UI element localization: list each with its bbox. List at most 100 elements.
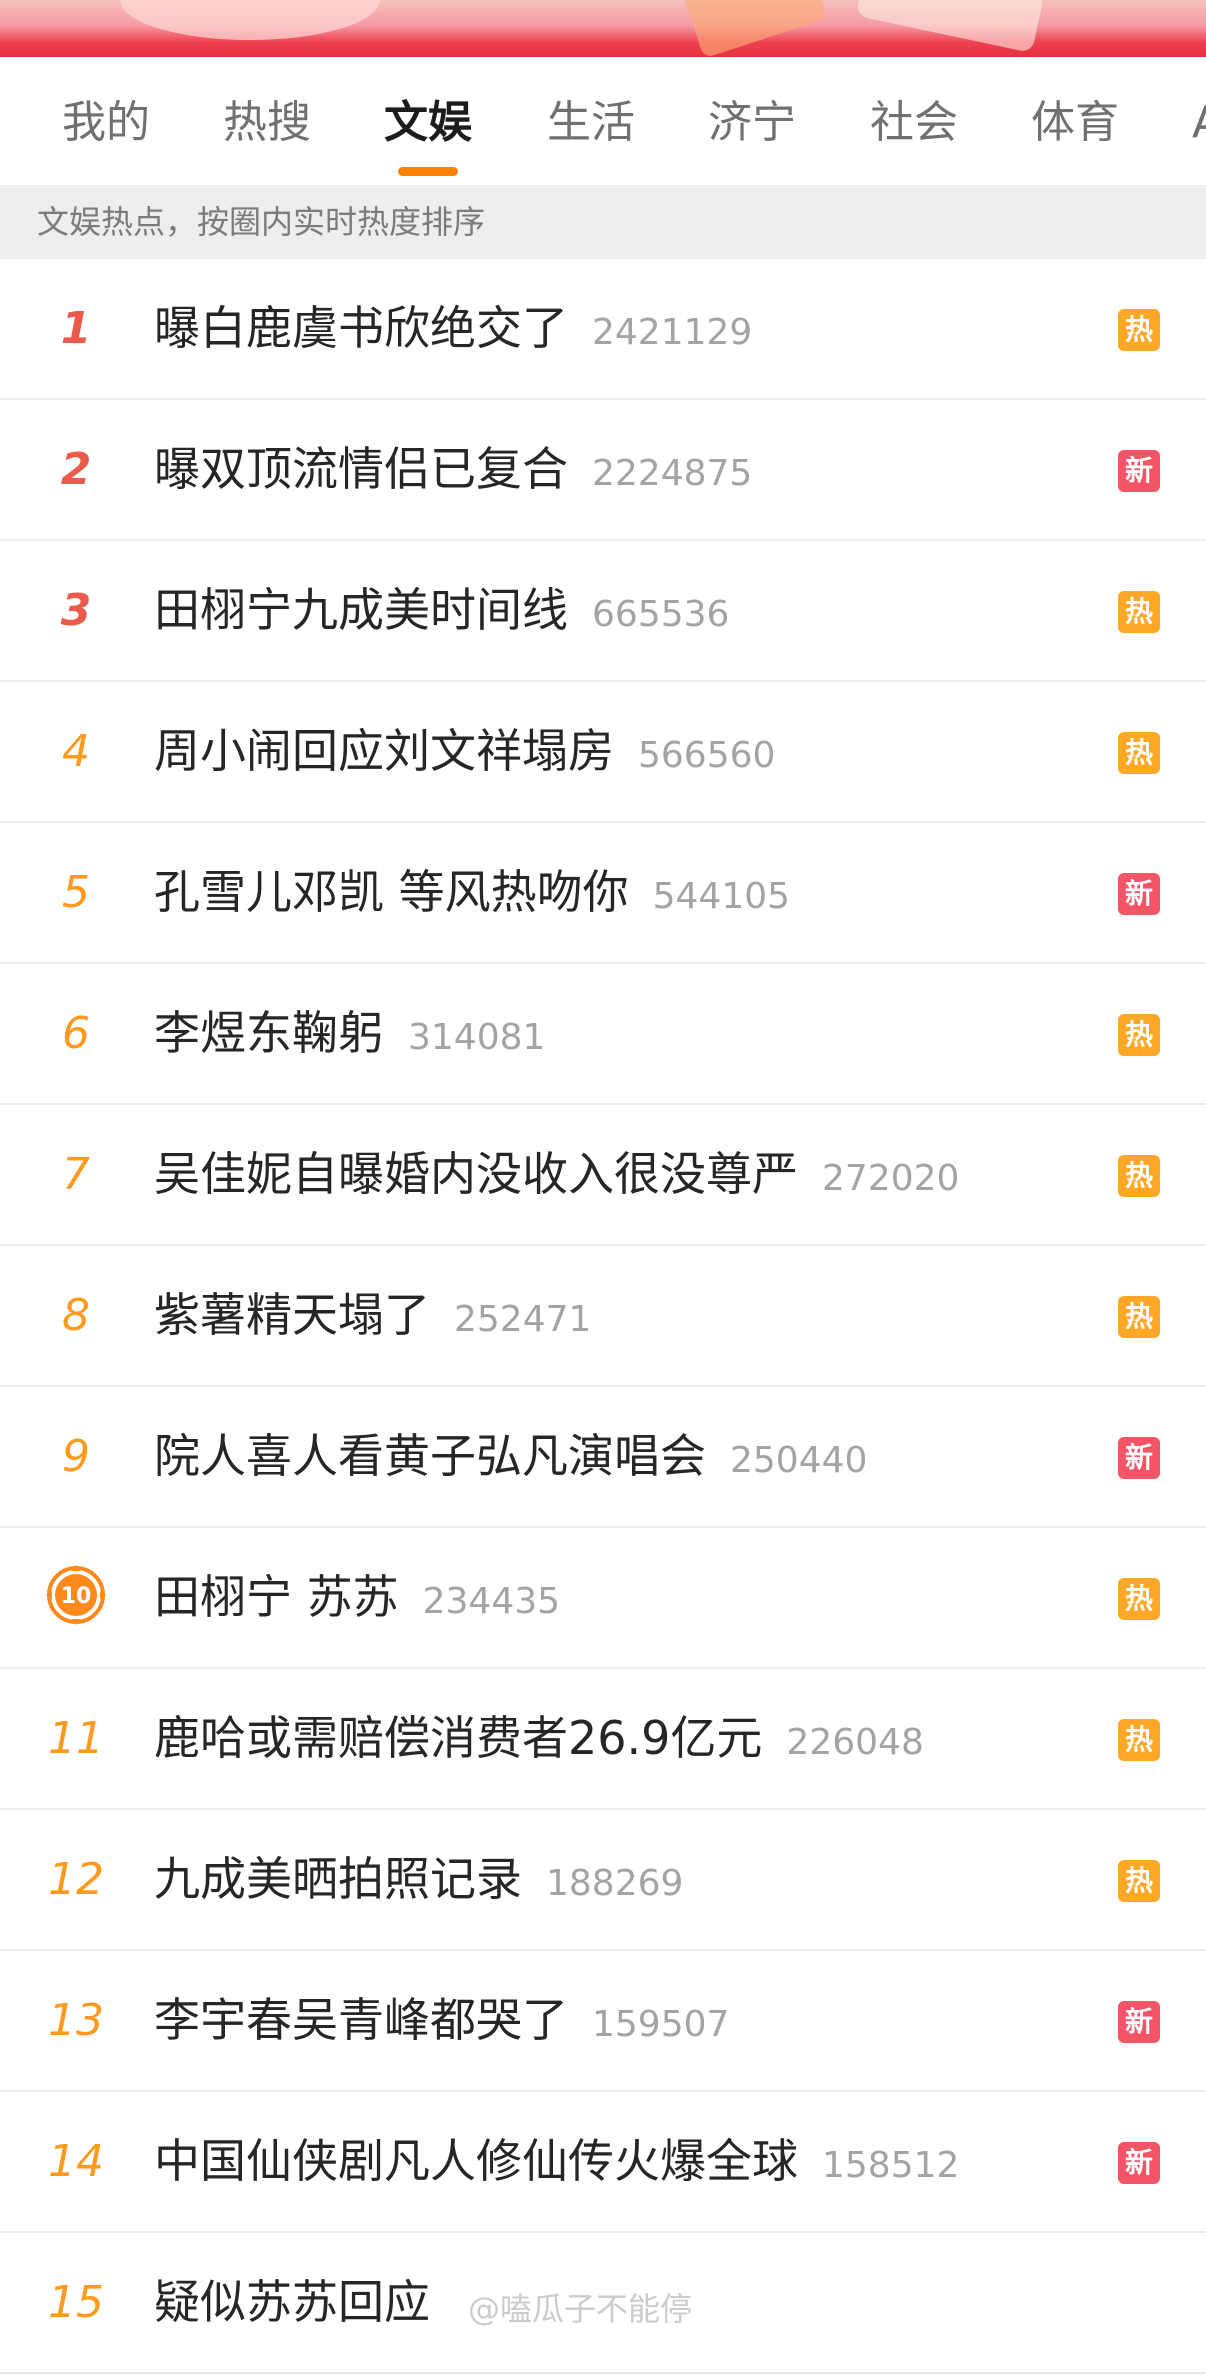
heat-count: 2224875 — [592, 453, 753, 494]
list-item[interactable]: 10 田栩宁 苏苏 234435 热 — [0, 1528, 1206, 1669]
new-badge: 新 — [1118, 450, 1160, 492]
list-description-text: 文娱热点，按圈内实时热度排序 — [37, 203, 486, 241]
topic-title-text: 院人喜人看黄子弘凡演唱会 — [154, 1429, 706, 1483]
hot-badge: 热 — [1118, 1719, 1160, 1761]
heat-count: 226048 — [786, 1722, 924, 1763]
rank-number: 15 — [48, 2277, 104, 2328]
top-banner — [0, 0, 1206, 57]
topic-title-text: 田栩宁 苏苏 — [154, 1570, 399, 1624]
topic-title-text: 孔雪儿邓凯 等风热吻你 — [154, 865, 629, 919]
rank-number: 4 — [62, 726, 90, 777]
topic-title[interactable]: 曝白鹿虞书欣绝交了 2421129 — [154, 259, 752, 398]
topic-title[interactable]: 田栩宁九成美时间线 665536 — [154, 541, 729, 680]
hot-badge: 热 — [1118, 591, 1160, 633]
tab-more[interactable]: A — [1192, 93, 1206, 153]
topic-title[interactable]: 李宇春吴青峰都哭了 159507 — [154, 1951, 729, 2090]
new-badge: 新 — [1118, 1437, 1160, 1479]
rank-number: 14 — [48, 2136, 104, 2187]
heat-count: 234435 — [422, 1581, 561, 1622]
watermark: @嗑瓜子不能停 — [468, 2290, 693, 2328]
list-item[interactable]: 11 鹿哈或需赔偿消费者26.9亿元 226048 热 — [0, 1669, 1206, 1810]
heat-count: 159507 — [592, 2004, 730, 2045]
hot-badge: 热 — [1118, 732, 1160, 774]
topic-title-text: 九成美晒拍照记录 — [154, 1852, 522, 1906]
heat-count: 544105 — [652, 876, 791, 917]
rank-number: 9 — [62, 1431, 90, 1482]
list-item[interactable]: 5 孔雪儿邓凯 等风热吻你 544105 新 — [0, 823, 1206, 964]
topic-title[interactable]: 疑似苏苏回应 — [154, 2233, 430, 2372]
hot-badge: 热 — [1118, 1155, 1160, 1197]
rank-number: 3 — [60, 585, 92, 636]
topic-title-text: 紫薯精天塌了 — [154, 1288, 430, 1342]
hot-badge: 热 — [1118, 1860, 1160, 1902]
topic-title-text: 田栩宁九成美时间线 — [154, 583, 568, 637]
topic-title-text: 李煜东鞠躬 — [154, 1006, 384, 1060]
topic-title-text: 周小闹回应刘文祥塌房 — [154, 724, 614, 778]
topic-title[interactable]: 鹿哈或需赔偿消费者26.9亿元 226048 — [154, 1669, 924, 1808]
heat-count: 2421129 — [592, 312, 753, 353]
topic-title-text: 鹿哈或需赔偿消费者26.9亿元 — [154, 1711, 763, 1765]
banner-decoration — [120, 0, 380, 40]
list-item[interactable]: 13 李宇春吴青峰都哭了 159507 新 — [0, 1951, 1206, 2092]
topic-title[interactable]: 吴佳妮自曝婚内没收入很没尊严 272020 — [154, 1105, 959, 1244]
topic-title[interactable]: 中国仙侠剧凡人修仙传火爆全球 158512 — [154, 2092, 959, 2231]
rank-number: 2 — [60, 444, 92, 495]
list-item[interactable]: 1 曝白鹿虞书欣绝交了 2421129 热 — [0, 259, 1206, 400]
rank-number: 7 — [62, 1149, 90, 1200]
rank-medal-icon: 10 — [46, 1565, 106, 1625]
banner-decoration — [682, 0, 828, 57]
list-item[interactable]: 3 田栩宁九成美时间线 665536 热 — [0, 541, 1206, 682]
topic-title[interactable]: 九成美晒拍照记录 188269 — [154, 1810, 683, 1949]
active-tab-indicator — [398, 167, 458, 176]
banner-decoration — [855, 0, 1045, 54]
tab-hot-search[interactable]: 热搜 — [223, 93, 311, 153]
list-item[interactable]: 6 李煜东鞠躬 314081 热 — [0, 964, 1206, 1105]
rank-number: 10 — [61, 1584, 92, 1609]
list-item[interactable]: 8 紫薯精天塌了 252471 热 — [0, 1246, 1206, 1387]
heat-count: 314081 — [408, 1017, 546, 1058]
rank-number: 6 — [62, 1008, 90, 1059]
heat-count: 250440 — [730, 1440, 868, 1481]
list-item[interactable]: 2 曝双顶流情侣已复合 2224875 新 — [0, 400, 1206, 541]
trending-list: 1 曝白鹿虞书欣绝交了 2421129 热 2 曝双顶流情侣已复合 2224875 新 3 田栩宁… — [0, 259, 1206, 2374]
tab-jining[interactable]: 济宁 — [708, 93, 796, 153]
topic-title[interactable]: 曝双顶流情侣已复合 2224875 — [154, 400, 752, 539]
tab-society[interactable]: 社会 — [870, 93, 958, 153]
list-item[interactable]: 9 院人喜人看黄子弘凡演唱会 250440 新 — [0, 1387, 1206, 1528]
tab-sports[interactable]: 体育 — [1031, 93, 1119, 153]
topic-title-text: 曝白鹿虞书欣绝交了 — [154, 301, 568, 355]
topic-title[interactable]: 紫薯精天塌了 252471 — [154, 1246, 591, 1385]
topic-title[interactable]: 孔雪儿邓凯 等风热吻你 544105 — [154, 823, 790, 962]
topic-title[interactable]: 周小闹回应刘文祥塌房 566560 — [154, 682, 775, 821]
tab-entertainment[interactable]: 文娱 — [384, 93, 472, 153]
heat-count: 272020 — [822, 1158, 960, 1199]
hot-badge: 热 — [1118, 1296, 1160, 1338]
topic-title-text: 李宇春吴青峰都哭了 — [154, 1993, 568, 2047]
hot-badge: 热 — [1118, 1578, 1160, 1620]
heat-count: 665536 — [592, 594, 730, 635]
topic-title-text: 吴佳妮自曝婚内没收入很没尊严 — [154, 1147, 798, 1201]
heat-count: 566560 — [638, 735, 776, 776]
topic-title-text: 曝双顶流情侣已复合 — [154, 442, 568, 496]
rank-number: 8 — [62, 1290, 90, 1341]
list-description: 文娱热点，按圈内实时热度排序 — [0, 185, 1206, 259]
list-item[interactable]: 14 中国仙侠剧凡人修仙传火爆全球 158512 新 — [0, 2092, 1206, 2233]
tab-life[interactable]: 生活 — [547, 93, 635, 153]
hot-badge: 热 — [1118, 309, 1160, 351]
rank-number: 12 — [48, 1854, 104, 1905]
topic-title[interactable]: 田栩宁 苏苏 234435 — [154, 1528, 560, 1667]
category-tabs: 我的 热搜 文娱 生活 济宁 社会 体育 A — [0, 57, 1206, 185]
topic-title-text: 疑似苏苏回应 — [154, 2275, 430, 2329]
topic-title-text: 中国仙侠剧凡人修仙传火爆全球 — [154, 2134, 798, 2188]
topic-title[interactable]: 李煜东鞠躬 314081 — [154, 964, 545, 1103]
list-item[interactable]: 4 周小闹回应刘文祥塌房 566560 热 — [0, 682, 1206, 823]
tab-mine[interactable]: 我的 — [62, 93, 150, 153]
new-badge: 新 — [1118, 873, 1160, 915]
list-item[interactable]: 7 吴佳妮自曝婚内没收入很没尊严 272020 热 — [0, 1105, 1206, 1246]
topic-title[interactable]: 院人喜人看黄子弘凡演唱会 250440 — [154, 1387, 867, 1526]
heat-count: 252471 — [454, 1299, 592, 1340]
rank-number: 5 — [62, 867, 90, 918]
list-item[interactable]: 12 九成美晒拍照记录 188269 热 — [0, 1810, 1206, 1951]
rank-number: 13 — [48, 1995, 104, 2046]
new-badge: 新 — [1118, 2001, 1160, 2043]
